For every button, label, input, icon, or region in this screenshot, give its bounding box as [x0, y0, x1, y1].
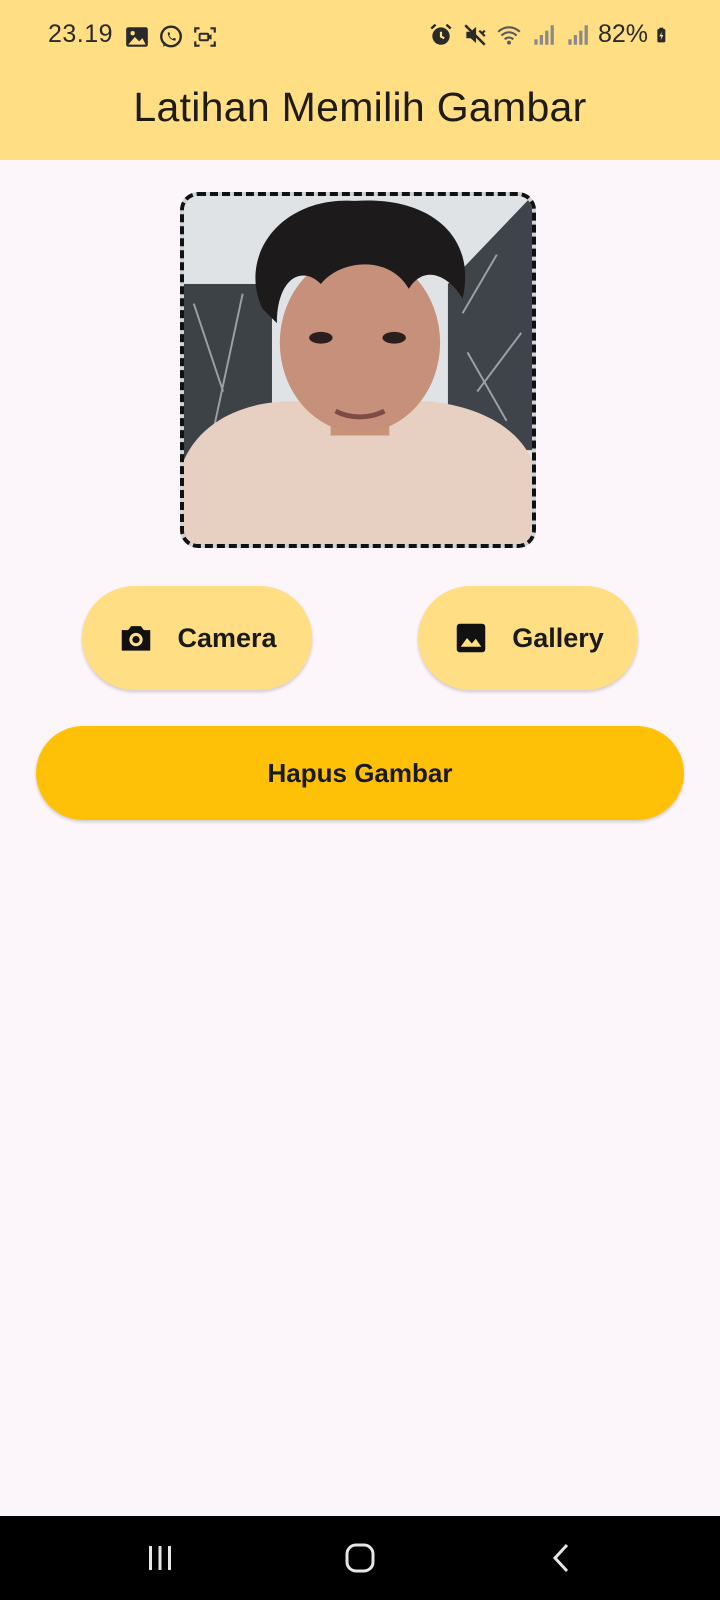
signal-icon — [534, 24, 554, 45]
alarm-icon — [430, 23, 452, 45]
gallery-button[interactable]: Gallery — [418, 586, 638, 690]
home-icon — [345, 1543, 375, 1573]
status-time: 23.19 — [48, 20, 114, 48]
screen-record-icon — [194, 27, 216, 47]
signal-icon — [568, 24, 588, 45]
back-button[interactable] — [532, 1534, 592, 1582]
camera-button-label: Camera — [177, 622, 277, 653]
navigation-bar — [0, 1516, 720, 1600]
mute-icon — [464, 23, 486, 46]
back-icon — [552, 1543, 569, 1573]
camera-button[interactable]: Camera — [82, 586, 312, 690]
recents-button[interactable] — [130, 1534, 190, 1582]
battery-level: 82% — [597, 20, 648, 48]
gallery-button-label: Gallery — [512, 622, 604, 653]
camera-icon — [122, 626, 151, 651]
status-bar: 23.19 82% — [0, 0, 720, 72]
recents-icon — [149, 1546, 171, 1570]
battery-charging-icon — [657, 27, 666, 42]
image-icon — [456, 623, 486, 653]
image-preview — [180, 192, 536, 548]
delete-image-button-label: Hapus Gambar — [267, 757, 453, 788]
selected-photo — [184, 196, 532, 544]
status-left-icons — [124, 24, 218, 50]
delete-image-button[interactable]: Hapus Gambar — [36, 726, 684, 820]
whatsapp-icon — [160, 25, 182, 48]
image-icon — [126, 27, 148, 47]
wifi-icon — [497, 25, 521, 45]
status-right: 82% — [428, 20, 672, 49]
home-button[interactable] — [330, 1534, 390, 1582]
header: 23.19 82% Latihan Memilih Gambar — [0, 0, 720, 160]
app-title: Latihan Memilih Gambar — [133, 84, 587, 130]
